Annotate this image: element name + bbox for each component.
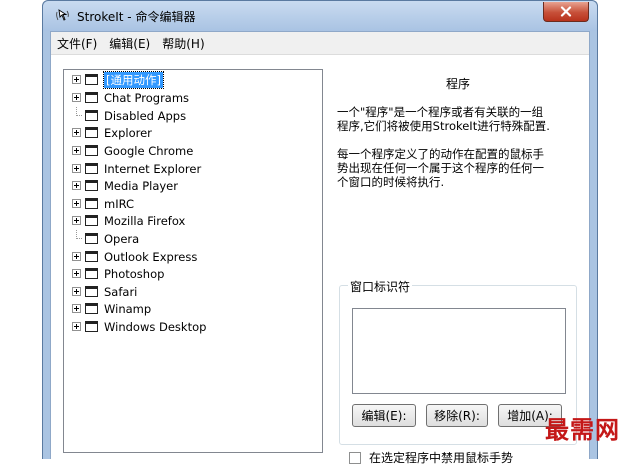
window-identifier-label: 窗口标识符 <box>348 278 413 295</box>
window-icon <box>85 180 98 191</box>
tree-item-safari[interactable]: Safari <box>72 283 137 300</box>
window-icon <box>85 198 98 209</box>
tree-item-label: Outlook Express <box>104 249 198 264</box>
window-icon <box>85 92 98 103</box>
expand-icon[interactable] <box>72 216 81 225</box>
window-identifier-list[interactable] <box>352 308 566 394</box>
tree-item-general-actions[interactable]: [通用动作] <box>72 70 164 89</box>
window-icon <box>85 127 98 138</box>
window-title: StrokeIt - 命令编辑器 <box>77 10 196 24</box>
tree-item-internet-explorer[interactable]: Internet Explorer <box>72 160 201 177</box>
window-icon <box>85 110 98 121</box>
window-icon <box>85 286 98 297</box>
menu-file[interactable]: 文件(F) <box>51 35 103 52</box>
tree-item-explorer[interactable]: Explorer <box>72 124 152 141</box>
window-icon <box>85 303 98 314</box>
tree-item-mirc[interactable]: mIRC <box>72 195 134 212</box>
close-icon <box>560 6 572 17</box>
close-button[interactable] <box>543 2 589 22</box>
edit-button[interactable]: 编辑(E): <box>352 404 416 427</box>
program-tree[interactable]: [通用动作] Chat Programs Disabled Apps Explo… <box>63 69 323 453</box>
program-description: 一个"程序"是一个程序或者有关联的一组 程序,它们将被使用StrokeIt进行特… <box>337 105 550 133</box>
window-icon <box>85 215 98 226</box>
expand-icon[interactable] <box>72 287 81 296</box>
tree-item-label: Disabled Apps <box>104 108 187 123</box>
site-watermark: 最需网 <box>545 415 620 444</box>
tree-item-label: Internet Explorer <box>104 161 202 176</box>
menu-edit[interactable]: 编辑(E) <box>103 35 156 52</box>
disable-gestures-option[interactable]: 在选定程序中禁用鼠标手势 <box>349 449 513 466</box>
tree-item-google-chrome[interactable]: Google Chrome <box>72 142 193 159</box>
remove-button[interactable]: 移除(R): <box>426 404 488 427</box>
expand-icon[interactable] <box>72 252 81 261</box>
tree-item-media-player[interactable]: Media Player <box>72 177 178 194</box>
tree-item-label: [通用动作] <box>103 70 164 89</box>
expand-icon[interactable] <box>72 181 81 190</box>
tree-item-disabled-apps[interactable]: Disabled Apps <box>72 107 186 124</box>
disable-gestures-checkbox[interactable] <box>349 451 361 464</box>
program-action-description: 每一个程序定义了的动作在配置的鼠标手 势出现在任何一个属于这个程序的任何一 个窗… <box>337 147 544 189</box>
tree-item-mozilla-firefox[interactable]: Mozilla Firefox <box>72 212 185 229</box>
program-details-panel: 程序 一个"程序"是一个程序或者有关联的一组 程序,它们将被使用StrokeIt… <box>337 55 579 465</box>
title-bar[interactable]: StrokeIt - 命令编辑器 <box>43 1 597 31</box>
tree-item-label: Winamp <box>104 301 152 316</box>
menu-bar: 文件(F) 编辑(E) 帮助(H) <box>51 32 589 55</box>
expand-icon[interactable] <box>72 304 81 313</box>
tree-item-label: Photoshop <box>104 266 165 281</box>
disable-gestures-label: 在选定程序中禁用鼠标手势 <box>369 451 514 465</box>
tree-connector <box>72 107 82 120</box>
strokeit-app-icon <box>56 9 69 21</box>
tree-item-outlook-express[interactable]: Outlook Express <box>72 248 197 265</box>
window-icon <box>85 251 98 262</box>
expand-icon[interactable] <box>72 93 81 102</box>
command-editor-window: StrokeIt - 命令编辑器 文件(F) 编辑(E) 帮助(H) [通用动作… <box>42 0 598 465</box>
tree-item-label: Windows Desktop <box>104 319 207 334</box>
tree-item-label: Safari <box>104 284 138 299</box>
tree-item-chat-programs[interactable]: Chat Programs <box>72 89 189 106</box>
window-icon <box>85 321 98 332</box>
expand-icon[interactable] <box>72 75 81 84</box>
expand-icon[interactable] <box>72 146 81 155</box>
tree-item-label: Mozilla Firefox <box>104 213 186 228</box>
window-identifier-group: 窗口标识符 编辑(E): 移除(R): 增加(A): <box>339 278 577 445</box>
tree-item-opera[interactable]: Opera <box>72 230 139 247</box>
tree-item-windows-desktop[interactable]: Windows Desktop <box>72 318 206 335</box>
window-icon <box>85 233 98 244</box>
tree-item-label: Media Player <box>104 178 178 193</box>
expand-icon[interactable] <box>72 199 81 208</box>
panel-title: 程序 <box>445 77 470 91</box>
tree-item-winamp[interactable]: Winamp <box>72 300 151 317</box>
window-icon <box>85 163 98 174</box>
client-area: 文件(F) 编辑(E) 帮助(H) [通用动作] Chat Programs D… <box>50 31 590 465</box>
menu-help[interactable]: 帮助(H) <box>156 35 210 52</box>
expand-icon[interactable] <box>72 164 81 173</box>
tree-item-photoshop[interactable]: Photoshop <box>72 265 164 282</box>
expand-icon[interactable] <box>72 128 81 137</box>
tree-connector <box>72 230 82 243</box>
tree-item-label: mIRC <box>104 196 135 211</box>
expand-icon[interactable] <box>72 269 81 278</box>
content-area: [通用动作] Chat Programs Disabled Apps Explo… <box>51 55 589 465</box>
expand-icon[interactable] <box>72 322 81 331</box>
tree-item-label: Chat Programs <box>104 90 190 105</box>
tree-item-label: Google Chrome <box>104 143 194 158</box>
window-icon <box>85 74 98 85</box>
tree-item-label: Explorer <box>104 125 152 140</box>
window-icon <box>85 268 98 279</box>
tree-item-label: Opera <box>104 231 140 246</box>
window-icon <box>85 145 98 156</box>
